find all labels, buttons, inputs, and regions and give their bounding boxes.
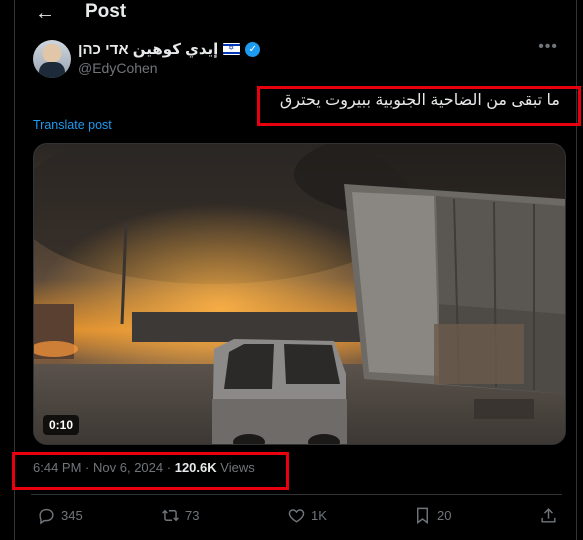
share-icon [541,508,556,523]
heart-icon [288,509,305,523]
translate-post-link[interactable]: Translate post [33,118,112,132]
reply-count: 345 [61,508,83,523]
divider [31,494,562,495]
author-name-row: إيدي كوهين אדי כהן ✡ ✓ [78,40,261,58]
video-duration: 0:10 [43,415,80,435]
post-panel: ← Post إيدي كوهين אדי כהן ✡ ✓ @EdyCohen … [12,0,581,540]
share-button[interactable] [539,506,558,525]
verified-badge-icon[interactable]: ✓ [245,41,261,57]
avatar[interactable] [33,40,71,78]
israel-flag-icon: ✡ [223,43,241,55]
more-horizontal-icon[interactable]: ••• [538,38,558,56]
reply-button[interactable]: 345 [37,506,83,525]
post-header: ← Post [15,0,576,26]
like-button[interactable]: 1K [287,506,327,525]
author-handle[interactable]: @EdyCohen [78,60,158,76]
highlight-box-meta [12,452,289,490]
like-count: 1K [311,508,327,523]
repost-button[interactable]: 73 [161,506,199,525]
bookmark-button[interactable]: 20 [413,506,451,525]
author-display-name[interactable]: إيدي كوهين אדי כהן [78,40,218,58]
highlight-box-text [257,86,581,126]
repost-icon [162,509,179,522]
repost-count: 73 [185,508,200,523]
action-bar: 345 73 1K 20 [15,502,576,532]
page-title: Post [85,1,127,22]
bookmark-count: 20 [437,508,452,523]
bookmark-icon [417,507,428,525]
video-player[interactable]: 0:10 [33,143,566,445]
reply-icon [39,508,54,525]
video-thumbnail [34,144,565,444]
arrow-left-icon[interactable]: ← [35,2,55,24]
